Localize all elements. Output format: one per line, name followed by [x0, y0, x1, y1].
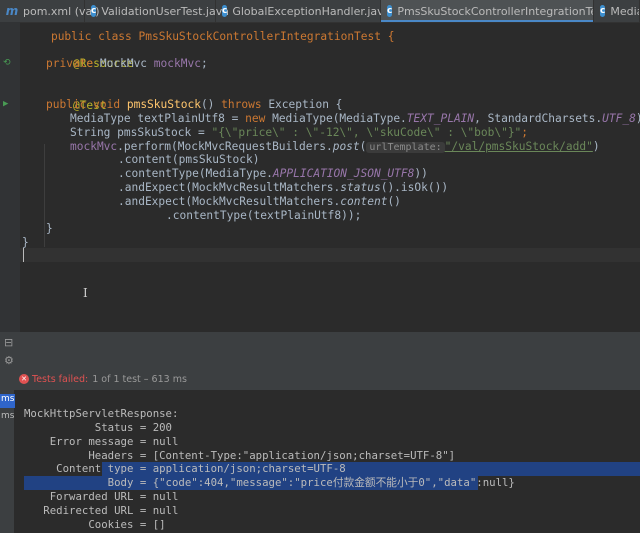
- code-text: .perform(MockMvcRequestBuilders.: [117, 140, 333, 153]
- tests-failed-label: Tests failed:: [32, 373, 89, 385]
- settings-icon[interactable]: ⚙: [4, 354, 14, 367]
- constant: APPLICATION_JSON_UTF8: [272, 167, 415, 180]
- method-call: post: [332, 140, 360, 153]
- code-text: .content(pmsSkuStock): [118, 153, 260, 166]
- scope-guide: [44, 144, 45, 247]
- code-line-4: .content(pmsSkuStock): [118, 153, 259, 167]
- type: MockMvc: [93, 57, 154, 70]
- bean-icon: ⟲: [3, 58, 11, 68]
- code-editor[interactable]: public class PmsSkuStockControllerIntegr…: [20, 22, 640, 332]
- brace: }: [46, 222, 53, 235]
- code-line-test-ann: @Test: [46, 85, 107, 112]
- code-line-6: .andExpect(MockMvcResultMatchers.status(…: [118, 181, 448, 195]
- code-line-1: MediaType textPlainUtf8 = new MediaType(…: [70, 112, 640, 126]
- tab-pms-sku-stock-controller-integration-test[interactable]: c PmsSkuStockControllerIntegrationTest.j…: [381, 0, 594, 22]
- tab-media-type[interactable]: c MediaType: [594, 0, 640, 22]
- output-heading: MockHttpServletResponse:: [24, 407, 179, 420]
- output-cookies: Cookies = []: [24, 518, 166, 531]
- code-line-field: private MockMvc mockMvc;: [46, 57, 208, 70]
- output-text-selected: type = application/json;charset=UTF-8: [101, 462, 346, 475]
- code-line-close-inner: }: [46, 222, 53, 236]
- code-line-method-decl: public void pmsSkuStock() throws Excepti…: [46, 98, 342, 112]
- keyword: private: [46, 57, 94, 70]
- code-line-8: .contentType(textPlainUtf8));: [166, 209, 361, 223]
- constant: TEXT_PLAIN: [406, 112, 475, 125]
- output-redirected-url: Redirected URL = null: [24, 504, 179, 517]
- url-literal[interactable]: "/val/pmsSkuStock/add": [445, 140, 593, 153]
- code-text: MediaType textPlainUtf8 =: [70, 112, 246, 125]
- maven-icon: m: [5, 4, 19, 18]
- keyword: new: [245, 112, 266, 125]
- collapse-icon[interactable]: ⊟: [4, 336, 13, 349]
- code-text: .contentType(textPlainUtf8));: [166, 209, 362, 222]
- class-declaration: public class PmsSkuStockControllerIntegr…: [50, 30, 395, 43]
- tab-label: MediaType: [610, 4, 639, 18]
- code-line-2: String pmsSkuStock = "{\"price\" : \"-12…: [70, 126, 528, 140]
- code-text: .andExpect(MockMvcResultMatchers.: [118, 181, 341, 194]
- test-tree-strip[interactable]: ms ms: [0, 390, 15, 533]
- field-ref: mockMvc: [70, 140, 118, 153]
- editor-gutter[interactable]: ⟲ ▶: [0, 22, 20, 332]
- type: Exception {: [261, 98, 343, 111]
- string-literal: "{\"price\" : \"-12\", \"skuCode\" : \"b…: [211, 126, 522, 139]
- code-line-7: .andExpect(MockMvcResultMatchers.content…: [118, 195, 401, 209]
- field-name: mockMvc: [153, 57, 201, 70]
- run-tool-window: ⊟ ⚙ ✕ Tests failed: 1 of 1 test – 613 ms…: [0, 332, 640, 533]
- run-toolbar: ⊟ ⚙: [0, 334, 640, 368]
- text-caret: [23, 248, 24, 262]
- mouse-ibeam-cursor: I: [83, 286, 88, 300]
- code-line-resource: @Resource: [46, 43, 134, 70]
- output-text: Content: [24, 462, 102, 475]
- tab-label: PmsSkuStockControllerIntegrationTest.jav…: [397, 4, 593, 18]
- code-line-5: .contentType(MediaType.APPLICATION_JSON_…: [118, 167, 428, 181]
- code-text: ): [592, 140, 600, 153]
- test-status-bar: ✕ Tests failed: 1 of 1 test – 613 ms: [0, 368, 640, 390]
- code-text: ().isOk()): [380, 181, 449, 194]
- code-text: , StandardCharsets.: [474, 112, 603, 125]
- keyword: throws: [221, 98, 262, 111]
- parameter-hint: urlTemplate:: [366, 142, 445, 153]
- code-text: String pmsSkuStock =: [70, 126, 212, 139]
- test-time-selected[interactable]: ms: [0, 394, 15, 408]
- code-text: ;: [521, 126, 529, 139]
- output-headers: Headers = [Content-Type:"application/jso…: [24, 449, 456, 462]
- output-body: Body = {"code":404,"message":"price付款金额不…: [24, 476, 515, 489]
- class-icon: c: [600, 5, 606, 17]
- code-text: .andExpect(MockMvcResultMatchers.: [118, 195, 341, 208]
- punct: (): [200, 98, 222, 111]
- code-text: .contentType(MediaType.: [118, 167, 273, 180]
- output-error-message: Error message = null: [24, 435, 179, 448]
- test-count-text: 1 of 1 test – 613 ms: [92, 373, 187, 385]
- constant: UTF_8: [602, 112, 636, 125]
- method-call: content: [340, 195, 388, 208]
- method-call: status: [340, 181, 381, 194]
- output-status: Status = 200: [24, 421, 172, 434]
- output-content-type: Content type = application/json;charset=…: [24, 462, 346, 476]
- code-line-class-decl: public class PmsSkuStockControllerIntegr…: [24, 16, 395, 43]
- code-text: MediaType(MediaType.: [265, 112, 407, 125]
- code-line-3: mockMvc.perform(MockMvcRequestBuilders.p…: [70, 140, 600, 154]
- fail-icon: ✕: [19, 374, 29, 384]
- keyword: public: [46, 98, 87, 111]
- method-name: pmsSkuStock: [126, 98, 201, 111]
- output-forwarded-url: Forwarded URL = null: [24, 490, 179, 503]
- test-time[interactable]: ms: [1, 411, 14, 425]
- code-text: );: [636, 112, 640, 125]
- run-test-icon[interactable]: ▶: [3, 99, 8, 109]
- code-text: )): [414, 167, 428, 180]
- keyword: void: [86, 98, 127, 111]
- code-text: (): [387, 195, 401, 208]
